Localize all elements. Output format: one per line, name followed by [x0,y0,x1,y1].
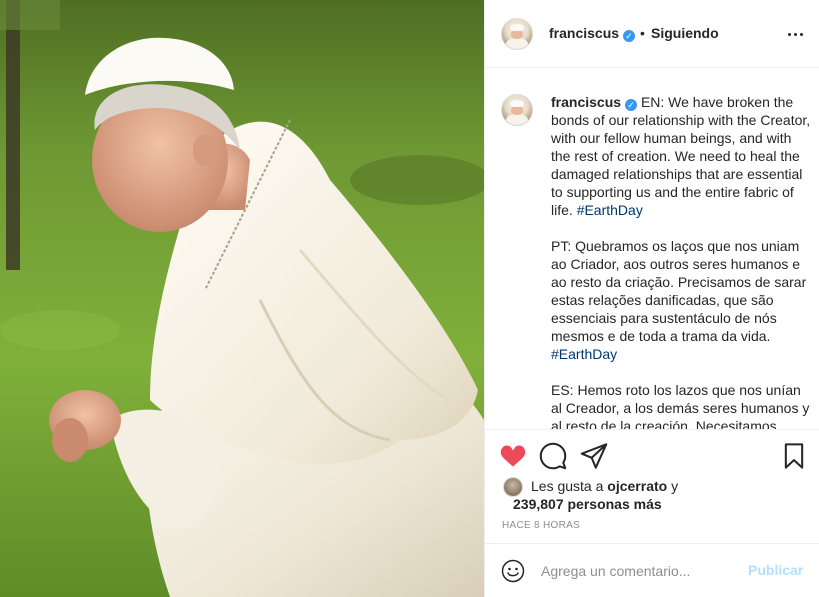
liker-username-link[interactable]: ojcerrato [607,478,667,494]
author-username-link[interactable]: franciscus [549,25,619,41]
header-separator: • [640,25,645,41]
bookmark-icon[interactable] [780,442,808,470]
hashtag-link[interactable]: #EarthDay [577,202,643,218]
likes-line: Les gusta a ojcerrato y [531,477,678,495]
post-header: franciscus ✓ • Siguiendo [485,0,819,68]
share-icon[interactable] [580,442,608,470]
post-timestamp[interactable]: HACE 8 HORAS [502,520,580,531]
likes-count-link[interactable]: 239,807 personas más [513,495,662,513]
add-comment-bar: Publicar [485,543,819,597]
caption-es-paragraph: ES: Hemos roto los lazos que nos unían a… [551,381,813,430]
author-username-row: franciscus ✓ [549,24,636,42]
hashtag-link[interactable]: #EarthDay [551,346,617,362]
post-caption: franciscus ✓ EN: We have broken the bonds… [551,93,813,430]
post-side-panel: franciscus ✓ • Siguiendo franciscus ✓ EN: … [484,0,819,597]
following-button[interactable]: Siguiendo [651,24,719,42]
author-avatar[interactable] [501,18,533,50]
post-actions [485,438,819,474]
photo-illustration [0,0,484,597]
heart-filled-icon[interactable] [499,442,527,470]
post-photo[interactable] [0,0,484,597]
comments-section[interactable]: franciscus ✓ EN: We have broken the bonds… [485,69,819,430]
caption-pt-paragraph: PT: Quebramos os laços que nos uniam ao … [551,237,813,363]
caption-pt-text: PT: Quebramos os laços que nos uniam ao … [551,238,807,344]
liker-avatar[interactable] [503,477,523,497]
likes-prefix: Les gusta a [531,478,604,494]
verified-badge-icon: ✓ [623,30,636,42]
publish-button[interactable]: Publicar [748,562,803,578]
caption-en-text: EN: We have broken the bonds of our rela… [551,94,811,218]
more-options-icon[interactable] [783,22,807,46]
emoji-icon[interactable] [501,559,525,583]
likes-suffix: y [671,478,679,494]
caption-username-link[interactable]: franciscus [551,94,621,110]
comment-input[interactable] [541,560,741,582]
caption-es-text: ES: Hemos roto los lazos que nos unían a… [551,382,810,430]
caption-en-paragraph: franciscus ✓ EN: We have broken the bonds… [551,93,813,219]
caption-verified-badge-icon: ✓ [625,99,638,111]
caption-author-avatar[interactable] [501,94,533,126]
comment-icon[interactable] [539,442,567,470]
